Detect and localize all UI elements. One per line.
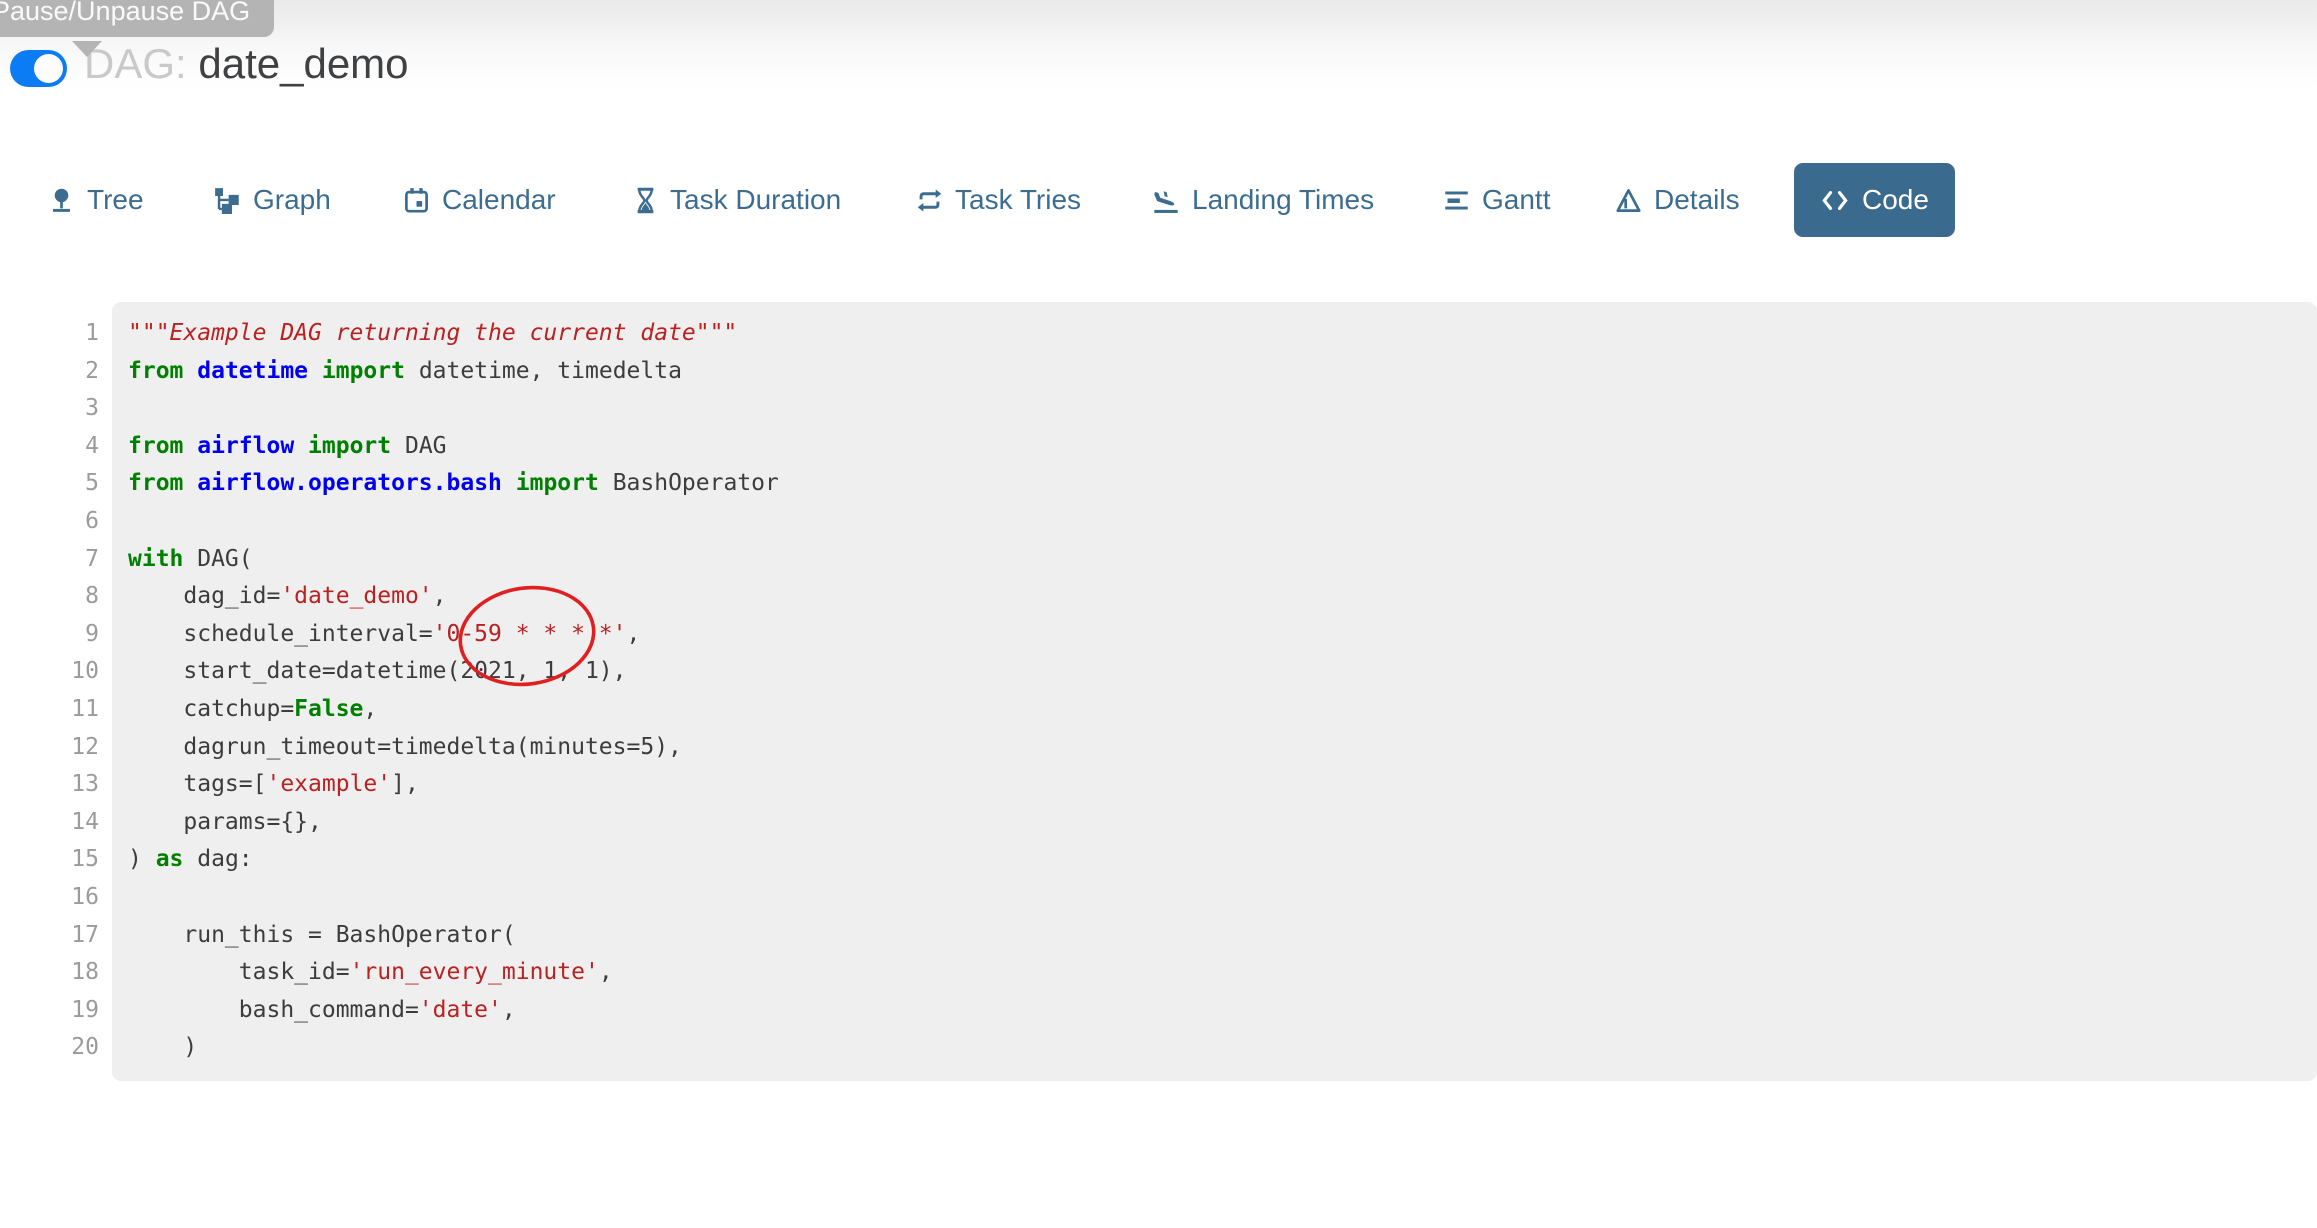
tab-label: Graph [253, 184, 331, 216]
toggle-knob [34, 54, 63, 83]
tree-icon [48, 187, 75, 214]
tab-label: Tree [87, 184, 144, 216]
calendar-icon [403, 187, 430, 214]
tab-label: Calendar [442, 184, 556, 216]
tab-tree[interactable]: Tree [48, 163, 144, 237]
tab-gantt[interactable]: Gantt [1443, 163, 1550, 237]
dag-name: date_demo [198, 40, 408, 87]
tooltip-arrow [72, 41, 102, 57]
plane-landing-icon [1152, 186, 1180, 214]
details-icon [1615, 187, 1642, 214]
code-view: 1234567891011121314151617181920 """Examp… [0, 302, 2317, 1081]
tab-task-tries[interactable]: Task Tries [916, 163, 1081, 237]
tab-code[interactable]: Code [1794, 163, 1955, 237]
tab-label: Gantt [1482, 184, 1550, 216]
pause-unpause-toggle[interactable] [10, 50, 67, 87]
gantt-bars-icon [1443, 187, 1470, 214]
pause-tooltip: Pause/Unpause DAG [0, 0, 274, 37]
code-brackets-icon [1820, 187, 1850, 214]
tab-landing-times[interactable]: Landing Times [1152, 163, 1374, 237]
tab-details[interactable]: Details [1615, 163, 1740, 237]
page-title: DAG: date_demo [84, 40, 409, 88]
tab-label: Task Tries [955, 184, 1081, 216]
code-panel: """Example DAG returning the current dat… [112, 302, 2317, 1081]
tab-label: Code [1862, 184, 1929, 216]
line-numbers: 1234567891011121314151617181920 [0, 302, 112, 1081]
graph-icon [214, 187, 241, 214]
tab-label: Details [1654, 184, 1740, 216]
dag-code-page: Pause/Unpause DAG DAG: date_demo Tree Gr… [0, 0, 2317, 1228]
tab-label: Task Duration [670, 184, 841, 216]
tab-graph[interactable]: Graph [214, 163, 331, 237]
tab-calendar[interactable]: Calendar [403, 163, 556, 237]
repeat-icon [916, 187, 943, 214]
tab-label: Landing Times [1192, 184, 1374, 216]
hourglass-icon [633, 187, 658, 214]
tab-task-duration[interactable]: Task Duration [633, 163, 841, 237]
